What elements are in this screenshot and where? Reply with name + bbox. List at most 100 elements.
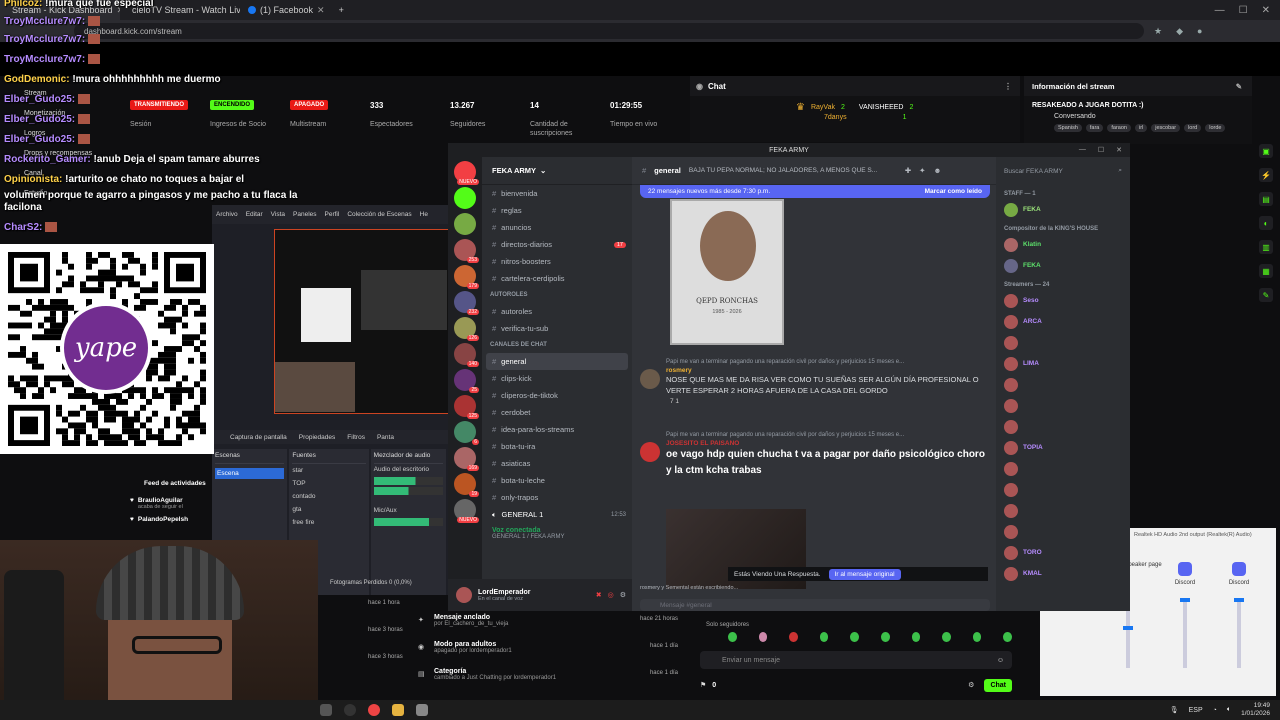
menu-item[interactable]: He [420,211,428,218]
volume-meter[interactable] [373,487,443,495]
tool-icon[interactable]: ⚡ [1259,168,1273,182]
jump-to-original-button[interactable]: Ir al mensaje original [828,568,901,580]
mic-muted-icon[interactable]: ✖ [596,591,602,599]
member-item[interactable]: FEKA [996,199,1130,220]
send-chat-button[interactable]: Chat [984,678,1012,692]
channel-item[interactable]: # directos-diarios 17 [482,236,632,253]
menu-item[interactable]: Colección de Escenas [347,211,411,218]
scene-item[interactable]: Escena [215,468,285,479]
folder-icon[interactable] [392,704,404,716]
members-icon[interactable]: ☻ [933,166,941,175]
source-item[interactable]: TOP [292,477,365,490]
guild-name[interactable]: FEKA ARMY ⌄ [482,157,632,185]
channel-item[interactable]: # bienvenida [482,185,632,202]
member-item[interactable]: LIMA [996,353,1130,374]
wrench-icon[interactable]: ✎ [1259,288,1273,302]
source-item[interactable]: contado [292,490,365,503]
memorial-image[interactable]: QEPD RONCHAS 1985 - 2026 [670,199,784,345]
channel-item[interactable]: # bota-tu-ira [482,438,632,455]
source-item[interactable]: free fire [292,516,365,529]
channel-item[interactable]: # reglas [482,202,632,219]
message-input[interactable]: Mensaje #general [640,599,990,611]
avatar[interactable] [640,369,660,389]
close-window-icon[interactable]: ✕ [1262,5,1270,16]
emote-icon[interactable] [789,632,798,642]
reactions[interactable]: 7 1 [640,398,990,405]
server-icon[interactable] [454,187,476,209]
volume-meter[interactable] [373,477,443,485]
minimize-icon[interactable]: — [1215,5,1225,16]
category-header[interactable]: AUTOROLES [482,287,632,303]
mark-read-button[interactable]: Marcar como leído [925,188,982,195]
emote-icon[interactable] [728,632,737,642]
channel-item[interactable]: # asiaticas [482,455,632,472]
emote-icon[interactable] [850,632,859,642]
member-item[interactable]: Seso [996,290,1130,311]
server-icon[interactable]: 169 [454,447,479,471]
wifi-icon[interactable]: ◔ [1213,707,1217,714]
tool-icon[interactable]: ◐ [1259,216,1273,230]
voice-channel[interactable]: 🔈︎ GENERAL 1 12:53 [482,506,632,523]
message-author[interactable]: JOSESITO EL PAISANO [666,440,739,447]
minimize-icon[interactable]: — [1079,146,1086,154]
properties-button[interactable]: Propiedades [299,434,336,441]
pin-icon[interactable]: ✦ [919,166,925,175]
channel-item[interactable]: # nitros-boosters [482,253,632,270]
clock[interactable]: 19:49 1/01/2026 [1241,702,1270,718]
source-item[interactable]: gta [292,503,365,516]
tool-icon[interactable]: ▤ [1259,192,1273,206]
chat-input[interactable]: Enviar un mensaje ☺ [700,651,1012,669]
filters-button[interactable]: Filtros [347,434,365,441]
obs-preview[interactable] [274,229,450,414]
server-icon[interactable]: 126 [454,317,479,341]
server-icon[interactable]: NUEVO [454,499,479,523]
member-item[interactable] [996,395,1130,416]
member-item[interactable]: Klatin [996,234,1130,255]
member-item[interactable]: ARCA [996,311,1130,332]
lang-indicator[interactable]: ESP [1189,707,1203,714]
channel-item[interactable]: # general [486,353,628,370]
tool-icon[interactable]: ▦ [1259,264,1273,278]
threads-icon[interactable]: ✚ [905,166,911,175]
settings-icon[interactable]: ⚙ [968,681,974,689]
volume-slider[interactable] [1234,598,1244,668]
app-icon[interactable] [416,704,428,716]
server-icon[interactable]: 253 [454,239,479,263]
emote-icon[interactable] [819,632,829,642]
close-window-icon[interactable]: ✕ [1116,146,1122,154]
channel-item[interactable]: # verifica-tu-sub [482,320,632,337]
channel-item[interactable]: # idea-para-los-streams [482,421,632,438]
star-icon[interactable]: ★ [1154,26,1162,37]
member-item[interactable] [996,416,1130,437]
server-icon[interactable]: NUEVO [454,161,479,185]
server-icon[interactable]: 6 [454,421,479,445]
volume-icon[interactable]: 🔈︎ [1227,706,1231,714]
server-icon[interactable]: 19 [454,473,479,497]
message[interactable]: Papi me van a terminar pagando una repar… [640,359,990,405]
avatar[interactable] [456,587,472,603]
panel-button[interactable]: Panta [377,434,394,441]
channel-item[interactable]: # autoroles [482,303,632,320]
member-item[interactable]: FEKA [996,255,1130,276]
tool-icon[interactable]: ▥ [1259,240,1273,254]
emote-icon[interactable] [972,632,982,642]
emote-icon[interactable] [942,632,951,642]
member-item[interactable]: TOPIA [996,437,1130,458]
server-icon[interactable]: 125 [454,395,479,419]
obs-icon[interactable] [344,704,356,716]
channel-item[interactable]: # cerdobet [482,404,632,421]
emote-icon[interactable] [758,632,768,642]
server-icon[interactable]: 140 [454,343,479,367]
avatar[interactable] [640,442,660,462]
server-icon[interactable]: 232 [454,291,479,315]
gear-icon[interactable]: ⚙ [620,591,626,599]
emote-icon[interactable] [880,632,890,642]
tool-icon[interactable]: ▣ [1259,144,1273,158]
message-author[interactable]: rosmery [666,367,692,374]
maximize-icon[interactable]: ☐ [1098,146,1104,154]
server-icon[interactable]: 25 [454,369,479,393]
member-item[interactable] [996,500,1130,521]
channel-item[interactable]: # cartelera-cerdipolis [482,270,632,287]
new-messages-bar[interactable]: 22 mensajes nuevos más desde 7:30 p.m. M… [640,185,990,198]
volume-slider[interactable] [1180,598,1190,668]
